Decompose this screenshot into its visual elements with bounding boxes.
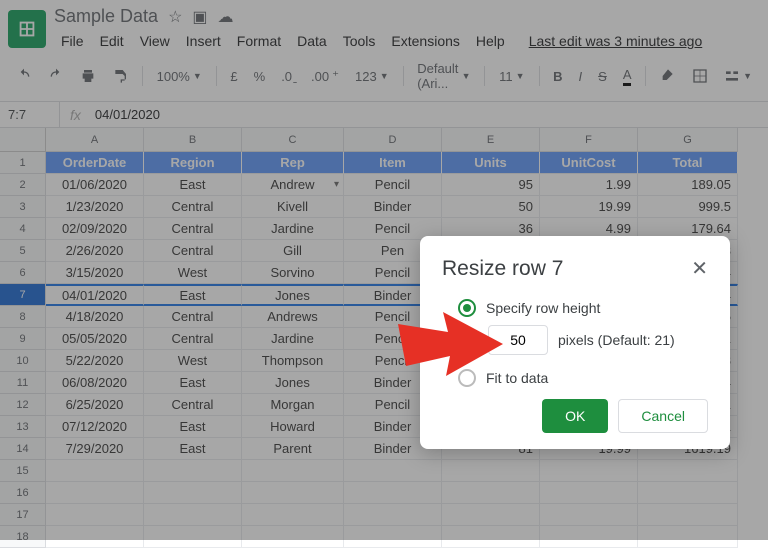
close-icon[interactable]: ✕: [691, 256, 708, 281]
radio-fit-data[interactable]: [458, 369, 476, 387]
cancel-button[interactable]: Cancel: [618, 399, 708, 433]
ok-button[interactable]: OK: [542, 399, 608, 433]
row-height-input[interactable]: [488, 325, 548, 355]
radio-fit-label: Fit to data: [486, 370, 548, 386]
radio-specify-label: Specify row height: [486, 300, 600, 316]
dialog-title: Resize row 7: [442, 257, 563, 281]
resize-row-dialog: Resize row 7 ✕ Specify row height pixels…: [420, 236, 730, 449]
radio-specify-height[interactable]: [458, 299, 476, 317]
pixels-suffix-label: pixels (Default: 21): [558, 332, 675, 348]
